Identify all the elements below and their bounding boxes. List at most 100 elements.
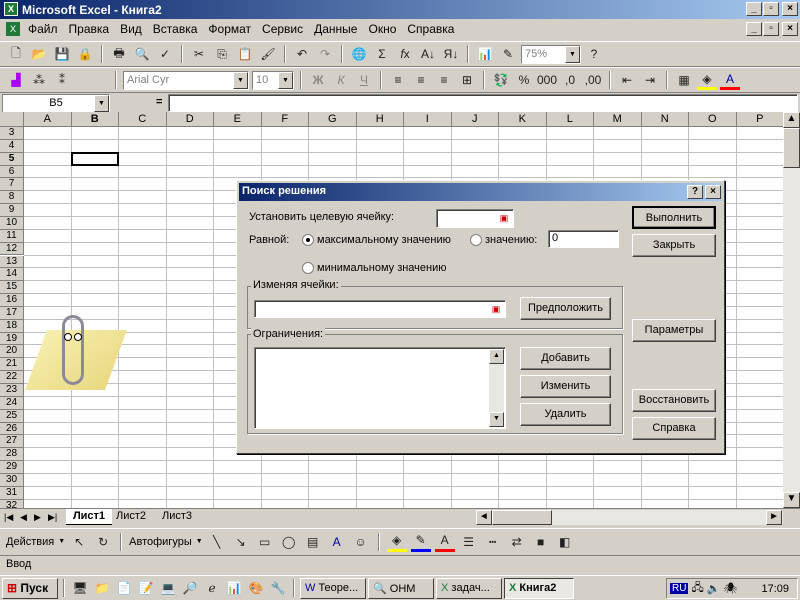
- print-icon[interactable]: 🖶: [109, 44, 129, 64]
- arrow-icon[interactable]: ↘: [231, 532, 251, 552]
- minimize-button[interactable]: _: [746, 2, 762, 16]
- task-excel-book2[interactable]: X Книга2: [504, 577, 574, 599]
- radio-min-label[interactable]: минимальному значению: [317, 262, 447, 274]
- quicklaunch-app-icon[interactable]: 🔧: [268, 578, 288, 598]
- row-header[interactable]: 19: [0, 332, 24, 346]
- changing-cells-input[interactable]: ▣: [254, 300, 506, 318]
- prev-sheet-icon[interactable]: ◀: [20, 512, 27, 523]
- h-scroll-thumb[interactable]: [492, 510, 552, 525]
- column-header[interactable]: L: [546, 112, 594, 127]
- help-icon[interactable]: ?: [584, 44, 604, 64]
- sort-desc-icon[interactable]: Я↓: [441, 44, 461, 64]
- print-preview-icon[interactable]: 🔍: [132, 44, 152, 64]
- quicklaunch-app-icon[interactable]: 💻: [158, 578, 178, 598]
- row-header[interactable]: 3: [0, 127, 24, 140]
- menu-format[interactable]: Формат: [208, 22, 251, 41]
- horizontal-scrollbar[interactable]: ◀ ▶: [476, 510, 783, 525]
- menu-insert[interactable]: Вставка: [153, 22, 198, 41]
- tab-sheet1[interactable]: Лист1: [66, 509, 112, 525]
- rectangle-icon[interactable]: ▭: [255, 532, 275, 552]
- trace-dependents-icon[interactable]: ⁑: [52, 70, 72, 90]
- quicklaunch-app-icon[interactable]: 📄: [114, 578, 134, 598]
- quicklaunch-ie-icon[interactable]: ℯ: [202, 578, 222, 598]
- hyperlink-icon[interactable]: 🌐: [349, 44, 369, 64]
- scroll-left-icon[interactable]: ◀: [476, 510, 492, 525]
- row-header[interactable]: 16: [0, 294, 24, 307]
- delete-button[interactable]: Удалить: [520, 403, 611, 426]
- antivirus-icon[interactable]: 🕷: [723, 582, 737, 595]
- row-header[interactable]: 6: [0, 165, 24, 179]
- select-objects-icon[interactable]: ↖: [69, 532, 89, 552]
- close-button[interactable]: ×: [782, 2, 798, 16]
- row-header[interactable]: 24: [0, 396, 24, 410]
- dialog-help-button[interactable]: ?: [687, 185, 703, 199]
- column-header[interactable]: E: [214, 112, 262, 127]
- solve-button[interactable]: Выполнить: [632, 206, 716, 229]
- copy-icon[interactable]: ⎘: [212, 44, 232, 64]
- scroll-right-icon[interactable]: ▶: [766, 510, 782, 525]
- doc-minimize-button[interactable]: _: [746, 22, 762, 36]
- network-icon[interactable]: 🖧: [691, 579, 703, 598]
- sort-asc-icon[interactable]: A↓: [418, 44, 438, 64]
- menu-help[interactable]: Справка: [407, 22, 454, 41]
- radio-min[interactable]: [302, 262, 314, 274]
- active-cell-b5[interactable]: [70, 151, 119, 166]
- spelling-icon[interactable]: ✓: [155, 44, 175, 64]
- font-size-select[interactable]: 10 ▼: [252, 70, 294, 90]
- line-icon[interactable]: ╲: [207, 532, 227, 552]
- column-header[interactable]: I: [404, 112, 452, 127]
- close-dialog-button[interactable]: Закрыть: [632, 234, 716, 257]
- align-left-icon[interactable]: ≡: [388, 70, 408, 90]
- row-header[interactable]: 10: [0, 216, 24, 230]
- format-painter-icon[interactable]: 🖌: [258, 44, 278, 64]
- new-icon[interactable]: 🗋: [6, 44, 26, 64]
- zoom-select[interactable]: 75% ▼: [521, 44, 581, 64]
- font-select[interactable]: Arial Cyr ▼: [123, 70, 249, 90]
- collapse-dialog-icon[interactable]: ▣: [496, 212, 512, 225]
- drawing-icon[interactable]: ✎: [498, 44, 518, 64]
- wordart-icon[interactable]: A: [327, 532, 347, 552]
- menu-edit[interactable]: Правка: [69, 22, 110, 41]
- increase-indent-icon[interactable]: ⇥: [640, 70, 660, 90]
- volume-icon[interactable]: 🔈: [707, 582, 721, 595]
- chart-wizard-icon[interactable]: 📊: [475, 44, 495, 64]
- shadow-icon[interactable]: ■: [531, 532, 551, 552]
- office-assistant-clippy[interactable]: [25, 315, 127, 395]
- select-all-corner[interactable]: [0, 112, 24, 127]
- dash-style-icon[interactable]: ┅: [483, 532, 503, 552]
- chart-type-icon[interactable]: ▟: [6, 70, 26, 90]
- task-onm[interactable]: 🔍 ОНМ: [368, 577, 434, 599]
- collapse-dialog-icon[interactable]: ▣: [488, 303, 504, 316]
- actions-menu[interactable]: Действия: [6, 536, 54, 548]
- column-header[interactable]: O: [689, 112, 737, 127]
- task-word[interactable]: W Теоре...: [300, 577, 366, 599]
- list-scroll-track[interactable]: [489, 364, 504, 412]
- autosum-icon[interactable]: Σ: [372, 44, 392, 64]
- undo-icon[interactable]: ↶: [292, 44, 312, 64]
- function-icon[interactable]: fx: [395, 44, 415, 64]
- reset-all-button[interactable]: Восстановить: [632, 389, 716, 412]
- radio-max-label[interactable]: максимальному значению: [317, 234, 451, 246]
- column-header[interactable]: C: [119, 112, 167, 127]
- permission-icon[interactable]: 🔒: [75, 44, 95, 64]
- menu-view[interactable]: Вид: [120, 22, 142, 41]
- align-center-icon[interactable]: ≡: [411, 70, 431, 90]
- percent-icon[interactable]: %: [514, 70, 534, 90]
- row-header[interactable]: 30: [0, 473, 24, 487]
- row-header[interactable]: 9: [0, 204, 24, 217]
- constraints-list[interactable]: ▲ ▼: [254, 347, 506, 429]
- row-header[interactable]: 32: [0, 499, 24, 508]
- radio-value-label[interactable]: значению:: [485, 234, 537, 246]
- row-header[interactable]: 11: [0, 229, 24, 243]
- menu-data[interactable]: Данные: [314, 22, 357, 41]
- column-header[interactable]: B: [71, 112, 119, 127]
- change-button[interactable]: Изменить: [520, 375, 611, 398]
- value-input[interactable]: 0: [548, 230, 619, 248]
- next-sheet-icon[interactable]: ▶: [34, 512, 41, 523]
- doc-close-button[interactable]: ×: [782, 22, 798, 36]
- comma-icon[interactable]: 000: [537, 70, 557, 90]
- clipart-icon[interactable]: ☺: [351, 532, 371, 552]
- doc-restore-button[interactable]: ▫: [763, 22, 779, 36]
- add-button[interactable]: Добавить: [520, 347, 611, 370]
- help-button[interactable]: Справка: [632, 417, 716, 440]
